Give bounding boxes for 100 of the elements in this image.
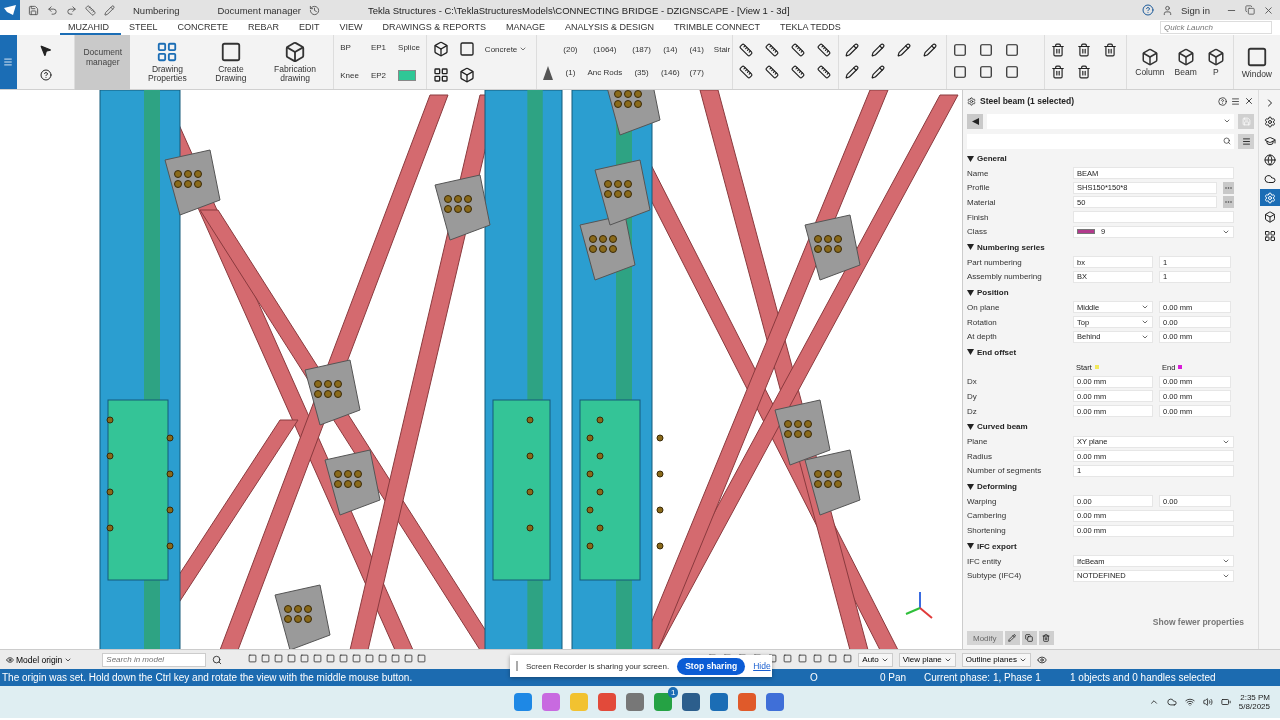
app-logo[interactable] bbox=[0, 0, 20, 20]
close-icon[interactable] bbox=[1263, 4, 1274, 16]
quick-access-item[interactable]: Numbering bbox=[133, 4, 180, 16]
back-button[interactable] bbox=[967, 113, 983, 129]
macro-button[interactable]: (1) bbox=[565, 68, 576, 77]
drawing-button[interactable]: Drawing Properties bbox=[136, 39, 199, 85]
ribbon-tab[interactable]: TRIMBLE CONNECT bbox=[666, 20, 772, 35]
part-button[interactable]: Beam bbox=[1172, 45, 1199, 79]
triangle-left-icon bbox=[971, 117, 979, 125]
undo-icon[interactable] bbox=[47, 4, 58, 16]
view-dropdown[interactable]: View plane bbox=[898, 652, 956, 667]
copy-button[interactable] bbox=[1021, 631, 1037, 645]
pick-button[interactable] bbox=[1004, 631, 1020, 645]
color-swatch-button[interactable] bbox=[398, 70, 417, 81]
expanded-triangle-icon[interactable] bbox=[967, 483, 974, 490]
delete-button[interactable] bbox=[1038, 631, 1054, 645]
eye-icon[interactable] bbox=[1036, 654, 1047, 665]
redo-icon[interactable] bbox=[66, 4, 77, 16]
ribbon-tab[interactable]: EDIT bbox=[291, 20, 332, 35]
property-field[interactable] bbox=[1073, 211, 1234, 224]
ribbon-tab[interactable]: TEKLA TEDDS bbox=[772, 20, 853, 35]
browse-button[interactable] bbox=[1223, 181, 1234, 194]
macro-button[interactable]: (187) bbox=[632, 44, 651, 54]
clock-time[interactable]: 2:35 PM bbox=[1240, 693, 1270, 702]
delete-tool-icon[interactable] bbox=[1051, 65, 1066, 79]
view-dropdown[interactable]: Outline planes bbox=[961, 652, 1031, 667]
close-icon[interactable] bbox=[1244, 96, 1254, 106]
macro-button[interactable]: Stair bbox=[713, 44, 731, 54]
volume-icon[interactable] bbox=[1202, 697, 1213, 707]
browse-button[interactable] bbox=[1223, 196, 1234, 209]
concrete-dropdown[interactable]: Concrete bbox=[484, 44, 528, 54]
part-button[interactable]: Column bbox=[1133, 45, 1167, 79]
expanded-triangle-icon[interactable] bbox=[967, 244, 974, 251]
show-fewer-link[interactable]: Show fewer properties bbox=[1152, 617, 1244, 627]
restore-icon[interactable] bbox=[1245, 5, 1255, 15]
part-button[interactable]: P bbox=[1204, 45, 1227, 79]
ribbon-tab[interactable]: DRAWINGS & REPORTS bbox=[374, 20, 499, 35]
ribbon-tab[interactable]: MANAGE bbox=[498, 20, 558, 35]
connection-button[interactable]: BP bbox=[340, 43, 359, 52]
search-field[interactable]: Search in model bbox=[102, 652, 207, 667]
macro-button[interactable]: (41) bbox=[689, 44, 704, 54]
ribbon-tab[interactable]: ANALYSIS & DESIGN bbox=[557, 20, 666, 35]
macro-button[interactable]: (20) bbox=[563, 44, 578, 54]
property-label: Cambering bbox=[967, 511, 1008, 521]
property-label: Class bbox=[967, 227, 988, 237]
ruler-icon[interactable] bbox=[85, 4, 96, 16]
drawing-button[interactable]: Fabrication drawing bbox=[262, 39, 328, 85]
notification-badge: 1 bbox=[667, 687, 679, 698]
document-manager-button[interactable]: Document manager bbox=[75, 35, 131, 90]
help-icon[interactable] bbox=[39, 68, 52, 81]
battery-icon[interactable] bbox=[1220, 697, 1231, 707]
help-icon[interactable] bbox=[1141, 4, 1154, 16]
stop-sharing-button[interactable]: Stop sharing bbox=[677, 657, 746, 675]
pencil-icon[interactable] bbox=[104, 4, 115, 16]
wifi-icon[interactable] bbox=[1184, 697, 1195, 707]
list-icon[interactable] bbox=[1231, 96, 1240, 106]
delete-tool-icon[interactable] bbox=[1051, 43, 1066, 57]
macro-button[interactable]: (77) bbox=[689, 68, 704, 77]
model-origin-dropdown[interactable]: Model origin bbox=[6, 654, 73, 665]
settings-icon-tab[interactable] bbox=[1259, 189, 1280, 206]
delete-tool-icon[interactable] bbox=[1077, 43, 1092, 57]
drawing-button[interactable]: Create Drawing bbox=[204, 39, 257, 85]
connection-button[interactable]: EP2 bbox=[370, 71, 387, 80]
save-icon[interactable] bbox=[28, 4, 39, 16]
sign-in-link[interactable]: Sign in bbox=[1180, 4, 1210, 16]
quick-access-item[interactable]: Document manager bbox=[217, 4, 301, 16]
history-icon[interactable] bbox=[308, 4, 320, 16]
connection-button[interactable]: Splice bbox=[398, 43, 420, 52]
triangle-icon[interactable] bbox=[543, 65, 554, 80]
expanded-triangle-icon[interactable] bbox=[967, 155, 974, 162]
connection-button[interactable]: Knee bbox=[340, 71, 359, 80]
filter-button[interactable] bbox=[1238, 133, 1254, 149]
ribbon-tab[interactable]: VIEW bbox=[331, 20, 375, 35]
clock-date[interactable]: 5/8/2025 bbox=[1238, 702, 1270, 711]
search-icon[interactable] bbox=[212, 654, 223, 665]
window-button[interactable]: Window bbox=[1239, 43, 1274, 81]
cloud-icon[interactable] bbox=[1166, 697, 1177, 707]
user-icon[interactable] bbox=[1161, 4, 1173, 16]
expanded-triangle-icon[interactable] bbox=[967, 349, 974, 356]
delete-tool-icon[interactable] bbox=[1103, 43, 1118, 57]
macro-button[interactable]: (146) bbox=[660, 68, 680, 77]
pointer-icon[interactable] bbox=[39, 43, 53, 57]
ribbon-tab[interactable]: REBAR bbox=[240, 20, 292, 35]
macro-button[interactable]: (35) bbox=[634, 68, 649, 77]
help-icon[interactable] bbox=[1218, 96, 1227, 106]
expanded-triangle-icon[interactable] bbox=[967, 423, 974, 430]
delete-tool-icon[interactable] bbox=[1077, 65, 1092, 79]
ribbon-tab[interactable]: STEEL bbox=[121, 20, 170, 35]
expanded-triangle-icon[interactable] bbox=[967, 289, 974, 296]
quick-launch-field[interactable]: Quick Launch bbox=[1160, 21, 1272, 34]
macro-button[interactable]: (1064) bbox=[593, 44, 617, 54]
hide-link[interactable]: Hide bbox=[753, 661, 771, 671]
view-dropdown[interactable]: Auto bbox=[858, 652, 893, 667]
connection-button[interactable]: EP1 bbox=[370, 43, 387, 52]
ribbon-tab[interactable]: CONCRETE bbox=[169, 20, 241, 35]
expanded-triangle-icon[interactable] bbox=[967, 543, 974, 550]
macro-button[interactable]: Anc Rods bbox=[587, 68, 623, 77]
macro-button[interactable]: (14) bbox=[663, 44, 678, 54]
property-search-field[interactable] bbox=[967, 133, 1234, 149]
chevron-up-icon[interactable] bbox=[1148, 697, 1159, 707]
